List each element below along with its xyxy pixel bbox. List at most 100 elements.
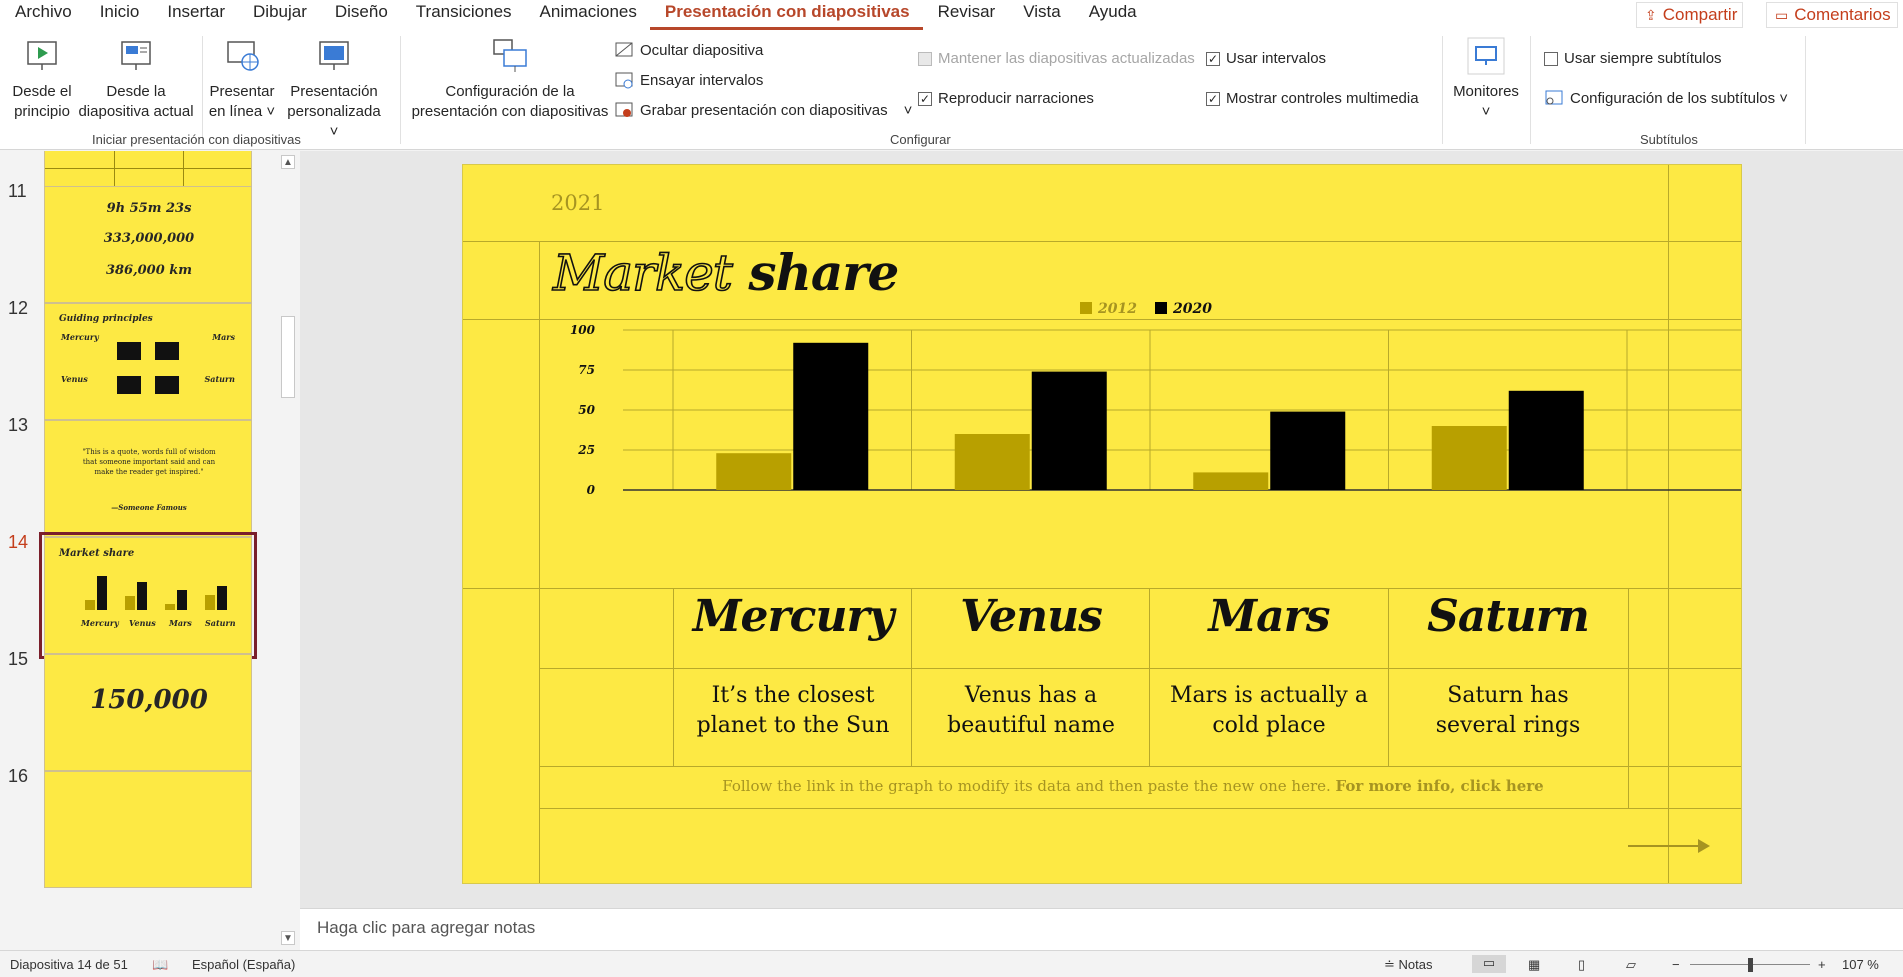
from-beginning-button[interactable]: Desde el principio	[6, 36, 78, 122]
monitors-button[interactable]: Monitores ˅	[1448, 36, 1524, 122]
slideshow-view-icon[interactable]: ▱	[1626, 957, 1636, 973]
play-narrations-label: Reproducir narraciones	[938, 90, 1094, 107]
slide-year[interactable]: 2021	[551, 191, 604, 215]
share-button[interactable]: ⇪ Compartir	[1636, 2, 1743, 28]
planet-name-saturn[interactable]: Saturn	[1388, 591, 1628, 642]
slide-thumbnail-11[interactable]: 9h 55m 23s 333,000,000 386,000 km	[44, 186, 252, 303]
thumbnail-text: Mars	[169, 618, 192, 628]
spellcheck-icon[interactable]: 📖	[152, 957, 168, 973]
menu-tab-10[interactable]: Ayuda	[1074, 0, 1150, 30]
thumbnail-text: Venus	[129, 618, 156, 628]
slide-sorter-icon[interactable]: ▦	[1528, 957, 1540, 973]
thumbnail-text: 150,000	[90, 685, 208, 715]
thumbnail-number: 15	[8, 649, 29, 669]
play-from-current-icon	[121, 41, 151, 70]
slide-thumbnail-16[interactable]	[44, 771, 252, 888]
scroll-up-arrow[interactable]: ▲	[281, 155, 295, 169]
slide-title-bold: share	[748, 243, 899, 302]
slide-thumbnail-12[interactable]: Guiding principles Mercury Mars Venus Sa…	[44, 303, 252, 420]
menu-tab-0[interactable]: Archivo	[0, 0, 85, 30]
record-icon	[615, 102, 633, 117]
comments-button[interactable]: ▭ Comentarios	[1766, 2, 1898, 28]
thumbnail-number: 13	[8, 415, 29, 435]
menu-tab-4[interactable]: Diseño	[320, 0, 401, 30]
slide-thumbnail-14[interactable]: Market share Mercury Venus Mars Saturn	[39, 532, 257, 659]
media-controls-checkbox[interactable]: ✓ Mostrar controles multimedia	[1206, 90, 1419, 107]
notes-toggle-button[interactable]: ≐ Notas	[1384, 957, 1432, 973]
media-controls-box[interactable]: ✓	[1206, 91, 1220, 106]
play-narrations-box[interactable]: ✓	[918, 91, 932, 106]
thumbnail-text: "This is a quote, words full of wisdom t…	[82, 448, 216, 476]
scroll-down-arrow[interactable]: ▼	[281, 931, 295, 945]
thumbnail-number: 16	[8, 766, 29, 786]
record-dropdown-caret[interactable]: ˅	[904, 102, 913, 119]
bar-2012-Saturn	[1431, 426, 1507, 490]
scrollbar-thumb[interactable]	[281, 316, 295, 398]
rehearse-timings-label: Ensayar intervalos	[640, 71, 764, 89]
menu-tab-8[interactable]: Revisar	[923, 0, 1009, 30]
menu-tab-1[interactable]: Inicio	[85, 0, 153, 30]
menu-tab-7[interactable]: Presentación con diapositivas	[649, 0, 923, 30]
zoom-out-icon[interactable]: −	[1672, 957, 1680, 972]
bar-2020-Saturn	[1508, 390, 1584, 490]
desc-line: It’s the closest	[711, 683, 875, 708]
planet-desc-mercury[interactable]: It’s the closest planet to the Sun	[673, 681, 913, 741]
keep-updated-checkbox[interactable]: Mantener las diapositivas actualizadas	[918, 50, 1195, 67]
custom-show-line1: Presentación	[290, 83, 378, 100]
y-tick-label: 100	[570, 323, 596, 337]
record-show-button[interactable]: Grabar presentación con diapositivas ˅	[614, 100, 912, 120]
menu-tab-3[interactable]: Dibujar	[238, 0, 320, 30]
from-beginning-line2: principio	[14, 103, 70, 120]
slide-editor: 2021 Market share 0 25 50 75 100 2012 2020 Mer…	[300, 151, 1903, 908]
always-subtitles-checkbox[interactable]: Usar siempre subtítulos	[1544, 50, 1722, 67]
normal-view-icon[interactable]: ▭	[1472, 955, 1506, 973]
keep-updated-box[interactable]	[918, 51, 932, 66]
zoom-slider-handle[interactable]	[1748, 958, 1753, 972]
from-current-button[interactable]: Desde la diapositiva actual	[76, 36, 196, 122]
setup-show-button[interactable]: Configuración de la presentación con dia…	[410, 36, 610, 122]
present-online-line1: Presentar	[209, 83, 275, 100]
rehearse-timings-button[interactable]: Ensayar intervalos	[614, 70, 763, 90]
slide-title[interactable]: Market share	[552, 243, 899, 303]
footer-note[interactable]: Follow the link in the graph to modify i…	[533, 777, 1733, 795]
from-current-line1: Desde la	[106, 83, 166, 100]
menu-tab-9[interactable]: Vista	[1008, 0, 1074, 30]
notes-pane[interactable]: Haga clic para agregar notas	[300, 908, 1903, 950]
zoom-in-icon[interactable]: +	[1818, 957, 1826, 972]
menu-tab-6[interactable]: Animaciones	[525, 0, 650, 30]
slide-canvas[interactable]: 2021 Market share 0 25 50 75 100 2012 2020 Mer…	[462, 164, 1742, 884]
thumbnail-bar	[137, 582, 147, 610]
language-indicator[interactable]: Español (España)	[192, 957, 295, 972]
reading-view-icon[interactable]: ▯	[1578, 957, 1585, 973]
zoom-level[interactable]: 107 %	[1842, 957, 1879, 972]
subtitle-settings-button[interactable]: Configuración de los subtítulos ˅	[1544, 88, 1788, 108]
planet-desc-mars[interactable]: Mars is actually a cold place	[1149, 681, 1389, 741]
slide-thumbnail-15[interactable]: 150,000	[44, 654, 252, 771]
planet-name-venus[interactable]: Venus	[911, 591, 1151, 642]
planet-desc-saturn[interactable]: Saturn has several rings	[1388, 681, 1628, 741]
desc-line: Mars is actually a	[1170, 683, 1368, 708]
planet-desc-venus[interactable]: Venus has a beautiful name	[911, 681, 1151, 741]
thumbnail-bar	[177, 590, 187, 610]
y-tick-label: 25	[577, 443, 595, 457]
use-timings-box[interactable]: ✓	[1206, 51, 1220, 66]
thumbnail-icon-tile	[155, 342, 179, 360]
hide-slide-label: Ocultar diapositiva	[640, 41, 764, 59]
present-online-button[interactable]: Presentar en línea ˅	[206, 36, 278, 122]
thumbnail-text: Mercury	[81, 618, 119, 628]
always-subtitles-box[interactable]	[1544, 51, 1558, 66]
comments-label: Comentarios	[1794, 5, 1891, 24]
bar-chart[interactable]: 0 25 50 75 100 2012 2020	[563, 301, 1741, 575]
custom-show-button[interactable]: Presentación personalizada ˅	[284, 36, 384, 142]
menu-tab-2[interactable]: Insertar	[152, 0, 238, 30]
hide-slide-button[interactable]: Ocultar diapositiva	[614, 40, 763, 60]
slide-thumbnail-13[interactable]: "This is a quote, words full of wisdom t…	[44, 420, 252, 537]
play-narrations-checkbox[interactable]: ✓ Reproducir narraciones	[918, 90, 1094, 107]
use-timings-checkbox[interactable]: ✓ Usar intervalos	[1206, 50, 1326, 67]
footer-link[interactable]: For more info, click here	[1336, 777, 1544, 795]
menu-tab-5[interactable]: Transiciones	[401, 0, 525, 30]
planet-name-mercury[interactable]: Mercury	[673, 591, 913, 642]
planet-name-mars[interactable]: Mars	[1149, 591, 1389, 642]
thumbnail-text: 9h 55m 23s	[106, 201, 192, 216]
thumbnail-scrollbar[interactable]: ▲ ▼	[278, 151, 298, 950]
